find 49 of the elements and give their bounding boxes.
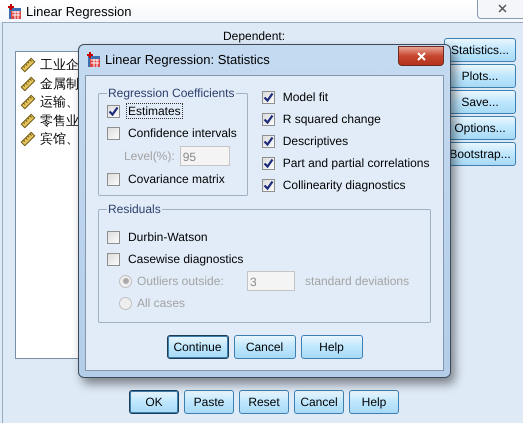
variable-item[interactable]: 零售业 [40, 112, 79, 130]
checkbox-label: Estimates [126, 103, 183, 119]
close-button[interactable] [477, 0, 523, 19]
dialog-button[interactable]: Cancel [294, 390, 344, 414]
dialog-button[interactable]: Help [349, 390, 399, 414]
checkbox-label: R squared change [282, 111, 382, 127]
radio-label: All cases [137, 296, 186, 310]
close-button[interactable] [398, 46, 444, 66]
group-title: Residuals [107, 202, 162, 216]
checkbox[interactable] [107, 230, 120, 244]
dialog-button[interactable]: OK [129, 390, 179, 414]
variable-item[interactable]: 运输、 [40, 93, 79, 112]
checkbox[interactable] [107, 172, 120, 186]
dialog-button[interactable]: Cancel [234, 335, 296, 359]
checkbox-label: Durbin-Watson [127, 229, 209, 245]
checkbox-label: Descriptives [282, 133, 350, 149]
checkbox-label: Collinearity diagnostics [282, 177, 406, 193]
close-icon [416, 50, 426, 62]
dependent-label: Dependent: [223, 29, 286, 43]
checkbox[interactable] [262, 134, 275, 148]
checkbox-label: Covariance matrix [127, 171, 226, 187]
variable-item[interactable]: 金属制 [40, 74, 79, 93]
dialog-title: Linear Regression: Statistics [105, 52, 270, 66]
group-title: Regression Coefficients [107, 86, 236, 100]
level-label: Level(%): [124, 149, 175, 163]
checkbox[interactable] [262, 156, 275, 170]
checkbox[interactable] [262, 112, 275, 126]
checkbox[interactable] [262, 178, 275, 192]
variable-item[interactable]: 工业企 [40, 56, 79, 74]
dialog-button[interactable]: Continue [166, 335, 228, 359]
checkbox[interactable] [262, 90, 275, 104]
checkbox[interactable] [107, 252, 120, 266]
checkbox-label: Casewise diagnostics [127, 251, 244, 267]
app-icon [6, 3, 22, 19]
dialog-button[interactable]: Reset [239, 390, 289, 414]
unit-label: standard deviations [305, 274, 410, 288]
side-button[interactable]: Statistics... [444, 38, 516, 62]
checkbox[interactable] [107, 104, 120, 118]
radio-label: Outliers outside: [137, 274, 224, 288]
variable-item[interactable]: 宾馆、 [40, 130, 79, 148]
close-icon [496, 2, 508, 14]
checkbox[interactable] [107, 126, 120, 140]
dialog-button[interactable]: Paste [184, 390, 234, 414]
checkbox-label: Model fit [282, 89, 330, 105]
checkbox-label: Confidence intervals [127, 125, 238, 141]
window-title: Linear Regression [26, 4, 132, 18]
dialog-button[interactable]: Help [300, 335, 362, 359]
app-icon [85, 51, 101, 67]
checkbox-label: Part and partial correlations [282, 155, 430, 171]
